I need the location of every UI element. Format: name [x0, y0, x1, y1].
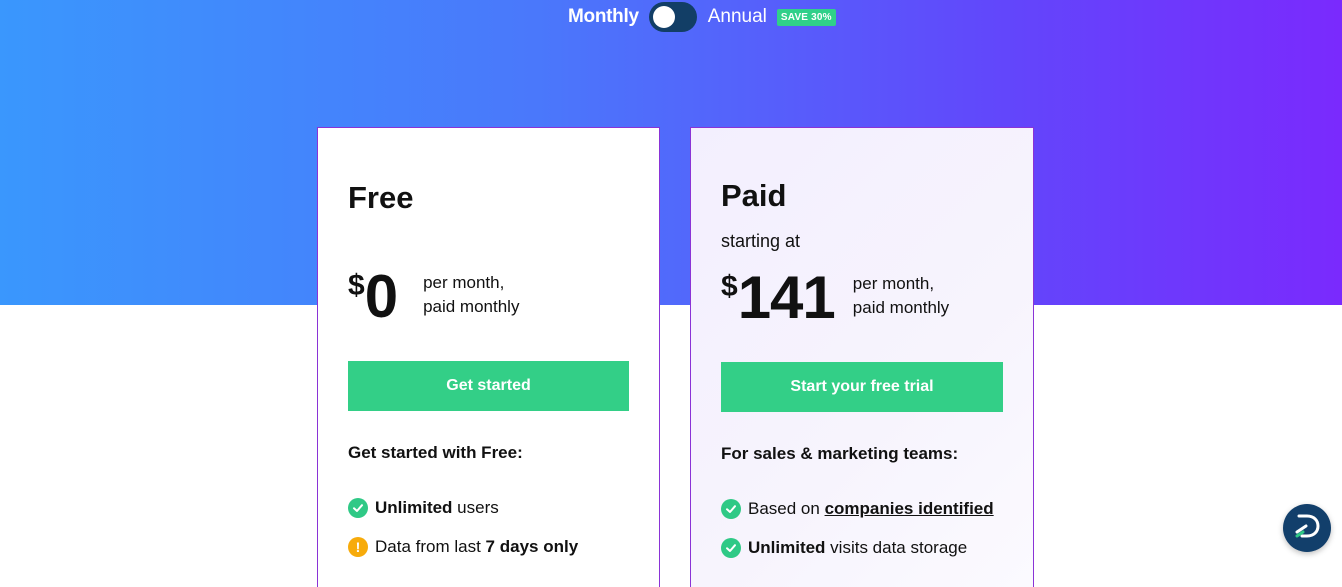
chat-launcher-button[interactable] — [1283, 504, 1331, 552]
price-amount: 0 — [364, 263, 398, 330]
plan-card-paid: Paid starting at $ 141 per month, paid m… — [690, 127, 1034, 587]
billing-toggle: Monthly Annual SAVE 30% — [568, 2, 836, 32]
price-block: $ 0 per month, paid monthly — [348, 265, 519, 329]
price-note-line2: paid monthly — [852, 298, 950, 317]
feature-bold-text: Unlimited — [748, 538, 826, 557]
feature-text: users — [452, 498, 499, 517]
features-heading: Get started with Free: — [348, 443, 523, 462]
plan-name: Free — [348, 180, 414, 215]
check-icon — [721, 499, 741, 519]
save-badge: SAVE 30% — [776, 8, 836, 26]
companies-identified-link[interactable]: companies identified — [825, 499, 994, 519]
toggle-knob — [652, 6, 675, 28]
feature-item: Based on companies identified — [721, 499, 994, 519]
plan-name: Paid — [721, 178, 787, 213]
currency-symbol: $ — [348, 269, 365, 302]
currency-symbol: $ — [721, 270, 738, 303]
hero-banner — [0, 0, 1342, 305]
price-note-line1: per month, — [423, 273, 505, 292]
billing-period-switch[interactable] — [648, 2, 697, 32]
billing-monthly-label[interactable]: Monthly — [568, 6, 639, 28]
price-block: $ 141 per month, paid monthly — [721, 266, 949, 330]
feature-text: Based on — [748, 499, 825, 518]
feature-text: visits data storage — [825, 538, 968, 557]
billing-annual-label[interactable]: Annual — [708, 6, 767, 28]
feature-bold-text: 7 days only — [485, 537, 579, 556]
plan-card-free: Free $ 0 per month, paid monthly Get sta… — [317, 127, 660, 587]
price-note: per month, paid monthly — [423, 271, 519, 319]
start-free-trial-button[interactable]: Start your free trial — [721, 362, 1003, 412]
feature-item: ! Data from last 7 days only — [348, 537, 578, 557]
price-amount: 141 — [737, 264, 836, 331]
price-note-line2: paid monthly — [423, 297, 520, 316]
warning-icon: ! — [348, 537, 368, 557]
chat-logo-icon — [1293, 513, 1321, 544]
get-started-button[interactable]: Get started — [348, 361, 629, 411]
feature-text: Data from last — [375, 537, 486, 556]
feature-bold-text: Unlimited — [375, 498, 453, 517]
features-heading: For sales & marketing teams: — [721, 444, 959, 463]
feature-item: Unlimited visits data storage — [721, 538, 967, 558]
check-icon — [348, 498, 368, 518]
starting-at-label: starting at — [721, 231, 801, 251]
price-note: per month, paid monthly — [853, 272, 949, 320]
price-note-line1: per month, — [852, 274, 935, 293]
check-icon — [721, 538, 741, 558]
feature-item: Unlimited users — [348, 498, 499, 518]
